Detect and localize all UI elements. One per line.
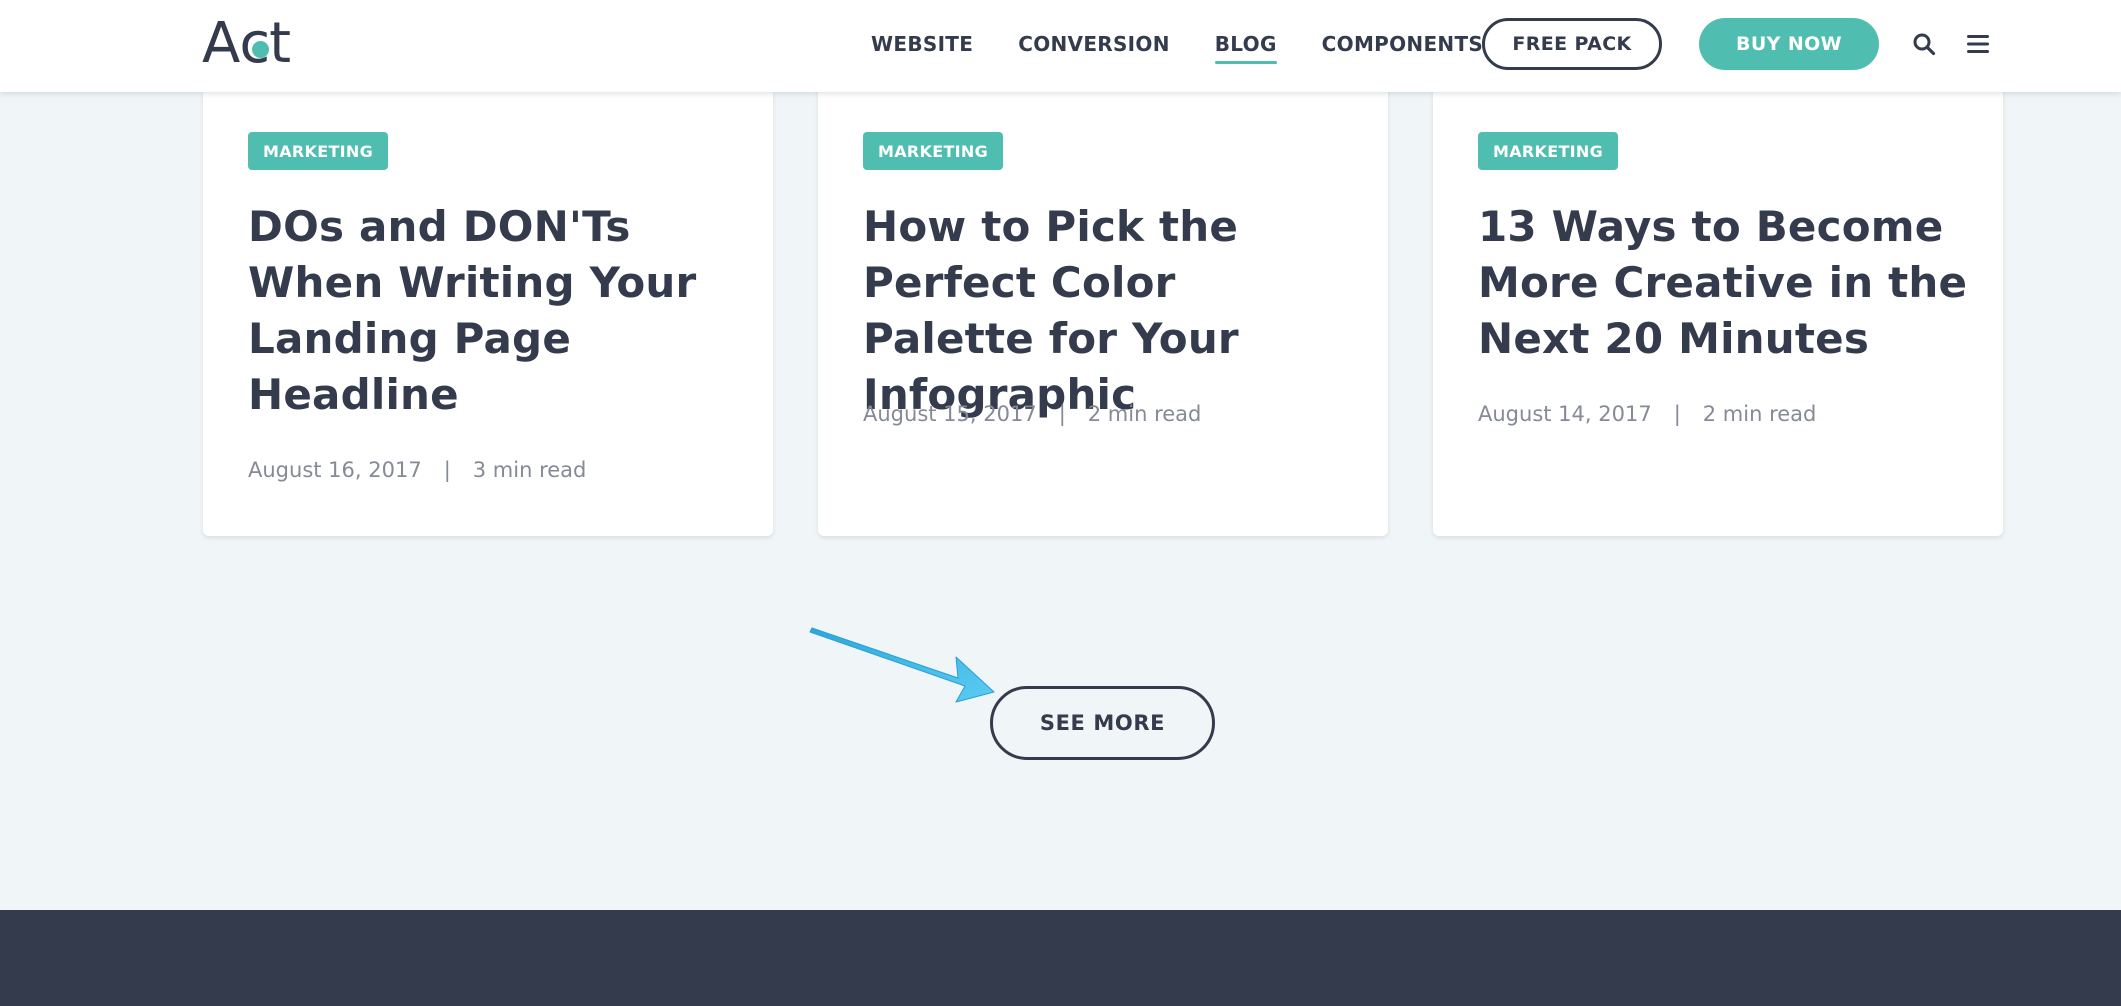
free-pack-button[interactable]: FREE PACK <box>1482 18 1662 70</box>
category-tag[interactable]: MARKETING <box>1478 132 1619 170</box>
category-tag[interactable]: MARKETING <box>863 132 1004 170</box>
logo[interactable]: A c t <box>202 11 291 76</box>
nav-components[interactable]: COMPONENTS <box>1322 30 1483 58</box>
post-title[interactable]: How to Pick the Perfect Color Palette fo… <box>863 199 1353 423</box>
read-time: 3 min read <box>472 458 587 482</box>
buy-now-button[interactable]: BUY NOW <box>1699 18 1879 70</box>
site-footer <box>0 910 2121 1006</box>
post-date: August 16, 2017 <box>248 458 422 482</box>
hamburger-menu-icon[interactable] <box>1966 33 1990 55</box>
post-title[interactable]: DOs and DON'Ts When Writing Your Landing… <box>248 199 738 423</box>
annotation-arrow-icon <box>809 627 995 703</box>
blog-card[interactable]: MARKETING How to Pick the Perfect Color … <box>818 70 1388 536</box>
nav-conversion[interactable]: CONVERSION <box>1018 30 1170 58</box>
blog-card[interactable]: MARKETING DOs and DON'Ts When Writing Yo… <box>203 70 773 536</box>
logo-letter-t: t <box>269 11 291 76</box>
site-header: A c t WEBSITE CONVERSION BLOG COMPONENTS… <box>0 0 2121 92</box>
post-meta: August 14, 2017 | 2 min read <box>1478 402 1816 426</box>
blog-card[interactable]: MARKETING 13 Ways to Become More Creativ… <box>1433 70 2003 536</box>
post-date: August 14, 2017 <box>1478 402 1652 426</box>
nav-website[interactable]: WEBSITE <box>871 30 973 58</box>
see-more-button[interactable]: SEE MORE <box>990 686 1215 760</box>
post-meta: August 15, 2017 | 2 min read <box>863 402 1201 426</box>
read-time: 2 min read <box>1087 402 1202 426</box>
meta-separator: | <box>1673 402 1681 426</box>
read-time: 2 min read <box>1702 402 1817 426</box>
logo-letter-c: c <box>239 14 270 74</box>
page: A c t WEBSITE CONVERSION BLOG COMPONENTS… <box>0 0 2121 1006</box>
logo-letter-a: A <box>202 11 240 76</box>
main-nav: WEBSITE CONVERSION BLOG COMPONENTS <box>871 0 1528 87</box>
category-tag[interactable]: MARKETING <box>248 132 389 170</box>
meta-separator: | <box>1058 402 1066 426</box>
post-title[interactable]: 13 Ways to Become More Creative in the N… <box>1478 199 1968 367</box>
nav-blog[interactable]: BLOG <box>1214 30 1277 64</box>
post-date: August 15, 2017 <box>863 402 1037 426</box>
search-icon[interactable] <box>1912 32 1936 56</box>
meta-separator: | <box>443 458 451 482</box>
post-meta: August 16, 2017 | 3 min read <box>248 458 586 482</box>
